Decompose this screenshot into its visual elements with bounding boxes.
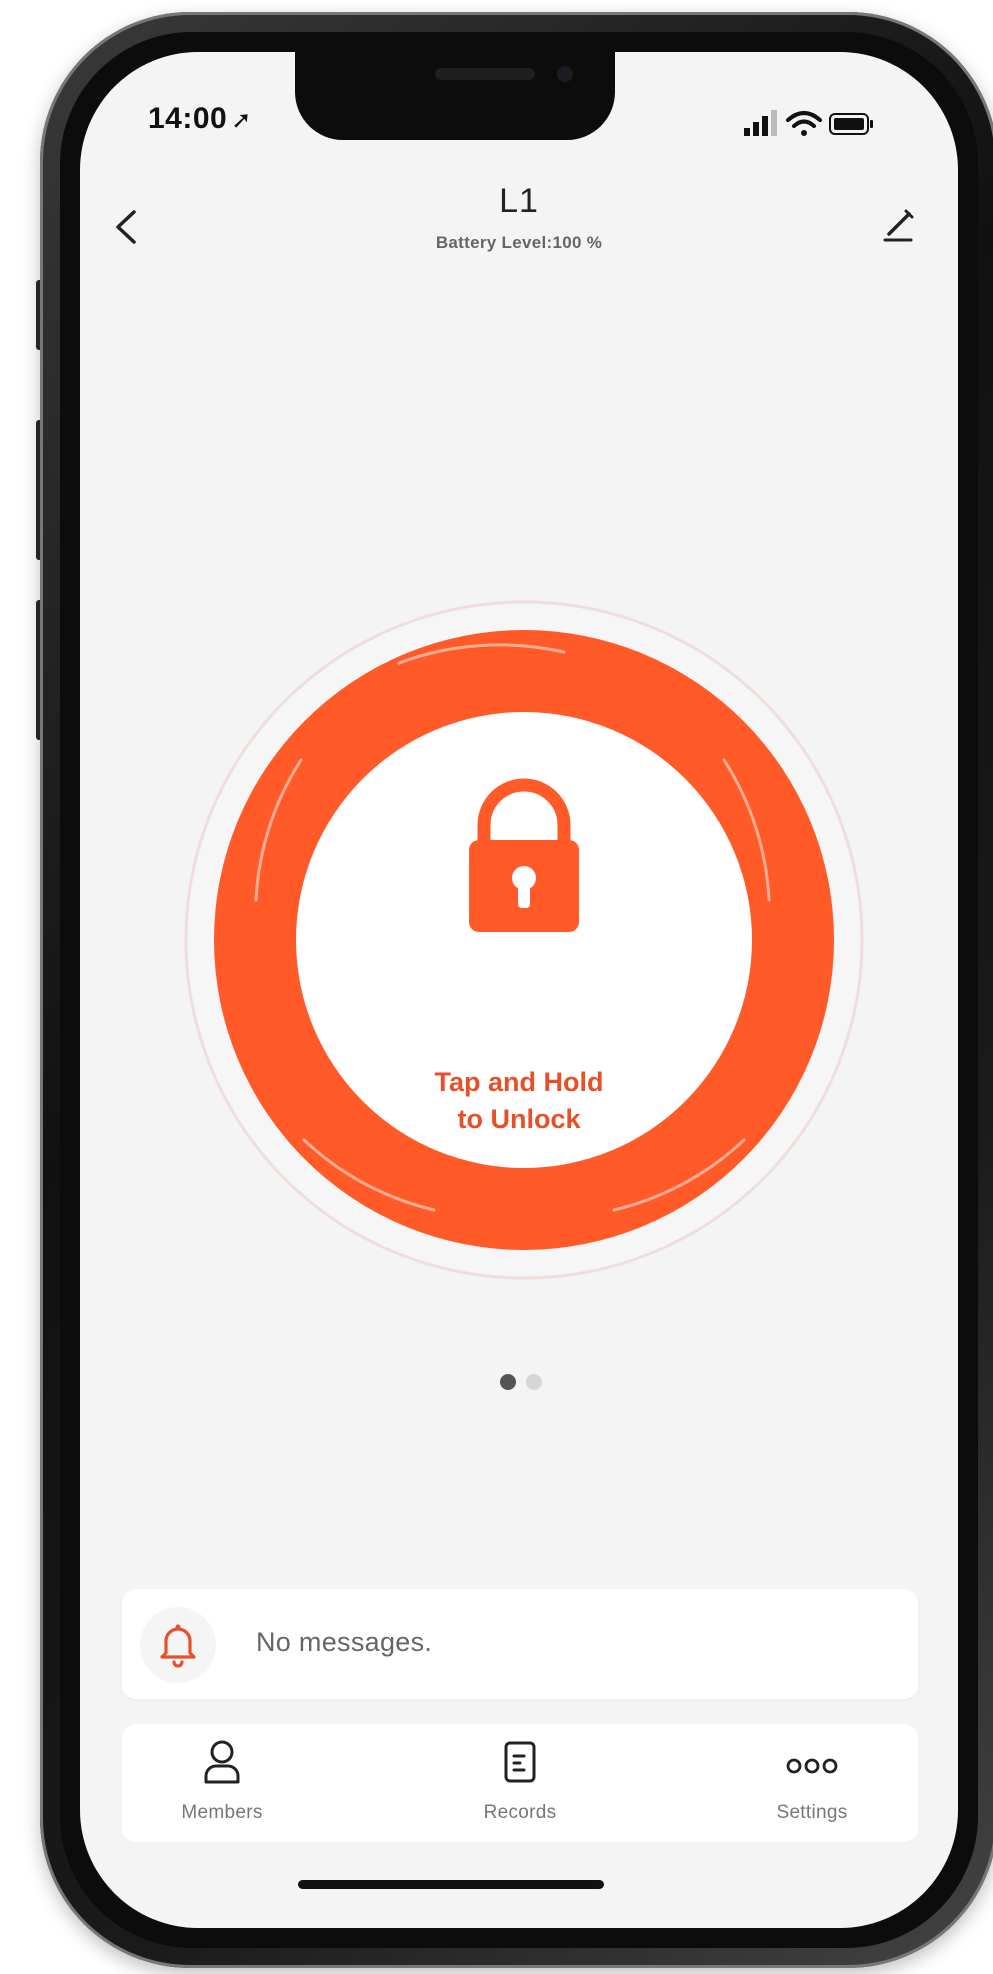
unlock-line-2: to Unlock [457,1104,581,1134]
page-indicator [500,1374,560,1394]
edit-button[interactable] [875,202,920,247]
status-icons [744,110,873,136]
earpiece-speaker [435,68,535,80]
person-icon [204,1740,240,1784]
page-dot[interactable] [526,1374,542,1390]
battery-level: Battery Level:100 % [435,233,603,252]
pencil-icon [883,209,914,242]
tab-members-label: Members [181,1802,263,1823]
unlock-line-1: Tap and Hold [434,1067,604,1097]
header: L1 Battery Level:100 % [80,182,958,253]
battery-icon [829,113,873,135]
more-dots-icon [786,1758,838,1774]
unlock-instruction: Tap and Hold to Unlock [80,1064,958,1138]
page-title: L1 [499,182,539,220]
home-indicator[interactable] [298,1880,604,1889]
bell-badge [140,1607,216,1683]
status-time: 14:00 ➚ [148,102,252,135]
tab-members[interactable]: Members [122,1724,322,1842]
tab-records[interactable]: Records [420,1724,620,1842]
wifi-icon [786,111,822,136]
tab-records-label: Records [483,1802,557,1823]
tab-bar: Members Records Settings [122,1724,918,1842]
phone-screen: 14:00 ➚ L1 Battery Level:100 % Tap and H… [80,52,958,1928]
bell-icon [160,1624,196,1668]
location-arrow-icon: ➚ [231,107,252,134]
page-dot-active[interactable] [500,1374,516,1390]
page: 14:00 ➚ L1 Battery Level:100 % Tap and H… [0,0,993,1974]
document-icon [504,1741,536,1783]
message-card[interactable]: No messages. [122,1589,918,1699]
cellular-signal-icon [744,110,777,136]
tab-settings-label: Settings [776,1802,848,1823]
front-camera [557,66,573,82]
tab-settings[interactable]: Settings [712,1724,912,1842]
notch [295,52,615,140]
message-text: No messages. [256,1627,433,1657]
unlock-button[interactable] [184,600,864,1280]
